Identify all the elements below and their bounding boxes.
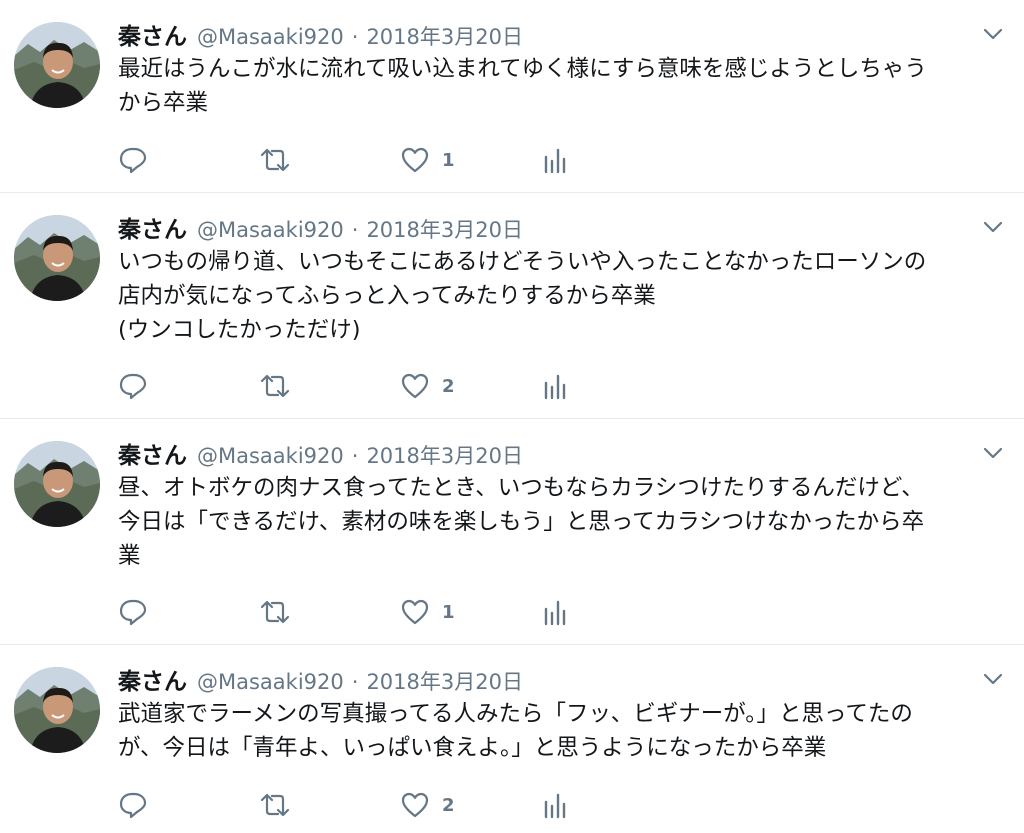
avatar-image (14, 441, 100, 527)
like-button[interactable]: 1 (400, 594, 455, 630)
tweet-menu-button[interactable] (982, 219, 1004, 235)
retweet-button[interactable] (258, 368, 292, 404)
like-button[interactable]: 1 (400, 142, 455, 178)
tweet-text: 最近はうんこが水に流れて吸い込まれてゆく様にすら意味を感じようとしちゃう から卒… (118, 56, 927, 116)
display-name[interactable]: 秦さん (118, 662, 187, 696)
like-button[interactable]: 2 (400, 787, 455, 823)
tweet-menu-button[interactable] (982, 445, 1004, 461)
avatar[interactable] (14, 667, 100, 753)
heart-icon (400, 145, 430, 175)
retweet-button[interactable] (258, 787, 292, 823)
avatar[interactable] (14, 215, 100, 301)
chevron-down-icon (982, 219, 1004, 235)
avatar-image (14, 667, 100, 753)
separator-dot: · (351, 444, 359, 468)
tweet-text: 昼、オトボケの肉ナス食ってたとき、いつもならカラシつけたりするんだけど、 今日は… (118, 475, 925, 569)
separator-dot: · (351, 218, 359, 242)
like-button[interactable]: 2 (400, 368, 455, 404)
reply-icon (118, 145, 148, 175)
avatar[interactable] (14, 441, 100, 527)
avatar-image (14, 215, 100, 301)
user-handle[interactable]: @Masaaki920 (197, 670, 344, 694)
chevron-down-icon (982, 671, 1004, 687)
display-name[interactable]: 秦さん (118, 17, 187, 51)
reply-button[interactable] (118, 787, 148, 823)
analytics-button[interactable] (542, 368, 566, 404)
analytics-icon (542, 597, 566, 627)
retweet-button[interactable] (258, 142, 292, 178)
retweet-button[interactable] (258, 594, 292, 630)
analytics-button[interactable] (542, 594, 566, 630)
heart-icon (400, 597, 430, 627)
tweet-date[interactable]: 2018年3月20日 (366, 214, 523, 244)
user-handle[interactable]: @Masaaki920 (197, 444, 344, 468)
tweet[interactable]: 秦さん @Masaaki920 · 2018年3月20日 昼、オトボケの肉ナス食… (0, 419, 1024, 645)
tweet-header: 秦さん @Masaaki920 · 2018年3月20日 (118, 210, 523, 244)
retweet-icon (258, 371, 292, 401)
separator-dot: · (351, 670, 359, 694)
tweet-menu-button[interactable] (982, 671, 1004, 687)
display-name[interactable]: 秦さん (118, 436, 187, 470)
tweet-actions: 1 (118, 594, 598, 630)
tweet-header: 秦さん @Masaaki920 · 2018年3月20日 (118, 436, 523, 470)
reply-button[interactable] (118, 368, 148, 404)
user-handle[interactable]: @Masaaki920 (197, 218, 344, 242)
tweet-menu-button[interactable] (982, 26, 1004, 42)
reply-button[interactable] (118, 142, 148, 178)
analytics-icon (542, 371, 566, 401)
tweet-text: いつもの帰り道、いつもそこにあるけどそういや入ったことなかったローソンの 店内が… (118, 249, 927, 343)
reply-icon (118, 790, 148, 820)
analytics-icon (542, 145, 566, 175)
tweet-actions: 2 (118, 787, 598, 823)
retweet-icon (258, 145, 292, 175)
avatar-image (14, 22, 100, 108)
tweet[interactable]: 秦さん @Masaaki920 · 2018年3月20日 最近はうんこが水に流れ… (0, 0, 1024, 193)
like-count: 2 (442, 794, 455, 816)
user-handle[interactable]: @Masaaki920 (197, 25, 344, 49)
display-name[interactable]: 秦さん (118, 210, 187, 244)
like-count: 2 (442, 375, 455, 397)
analytics-icon (542, 790, 566, 820)
tweet[interactable]: 秦さん @Masaaki920 · 2018年3月20日 いつもの帰り道、いつも… (0, 193, 1024, 419)
separator-dot: · (351, 25, 359, 49)
like-count: 1 (442, 149, 455, 171)
tweet-header: 秦さん @Masaaki920 · 2018年3月20日 (118, 662, 523, 696)
like-count: 1 (442, 601, 455, 623)
chevron-down-icon (982, 26, 1004, 42)
retweet-icon (258, 790, 292, 820)
tweet-date[interactable]: 2018年3月20日 (366, 21, 523, 51)
analytics-button[interactable] (542, 142, 566, 178)
heart-icon (400, 371, 430, 401)
tweet-actions: 2 (118, 368, 598, 404)
tweet-feed: 秦さん @Masaaki920 · 2018年3月20日 最近はうんこが水に流れ… (0, 0, 1024, 833)
analytics-button[interactable] (542, 787, 566, 823)
tweet-date[interactable]: 2018年3月20日 (366, 440, 523, 470)
tweet-text: 武道家でラーメンの写真撮ってる人みたら「フッ、ビギナーが。」と思ってたの が、今… (118, 701, 913, 761)
tweet[interactable]: 秦さん @Masaaki920 · 2018年3月20日 武道家でラーメンの写真… (0, 645, 1024, 833)
retweet-icon (258, 597, 292, 627)
tweet-header: 秦さん @Masaaki920 · 2018年3月20日 (118, 17, 523, 51)
chevron-down-icon (982, 445, 1004, 461)
reply-button[interactable] (118, 594, 148, 630)
reply-icon (118, 597, 148, 627)
tweet-actions: 1 (118, 142, 598, 178)
avatar[interactable] (14, 22, 100, 108)
heart-icon (400, 790, 430, 820)
reply-icon (118, 371, 148, 401)
tweet-date[interactable]: 2018年3月20日 (366, 666, 523, 696)
